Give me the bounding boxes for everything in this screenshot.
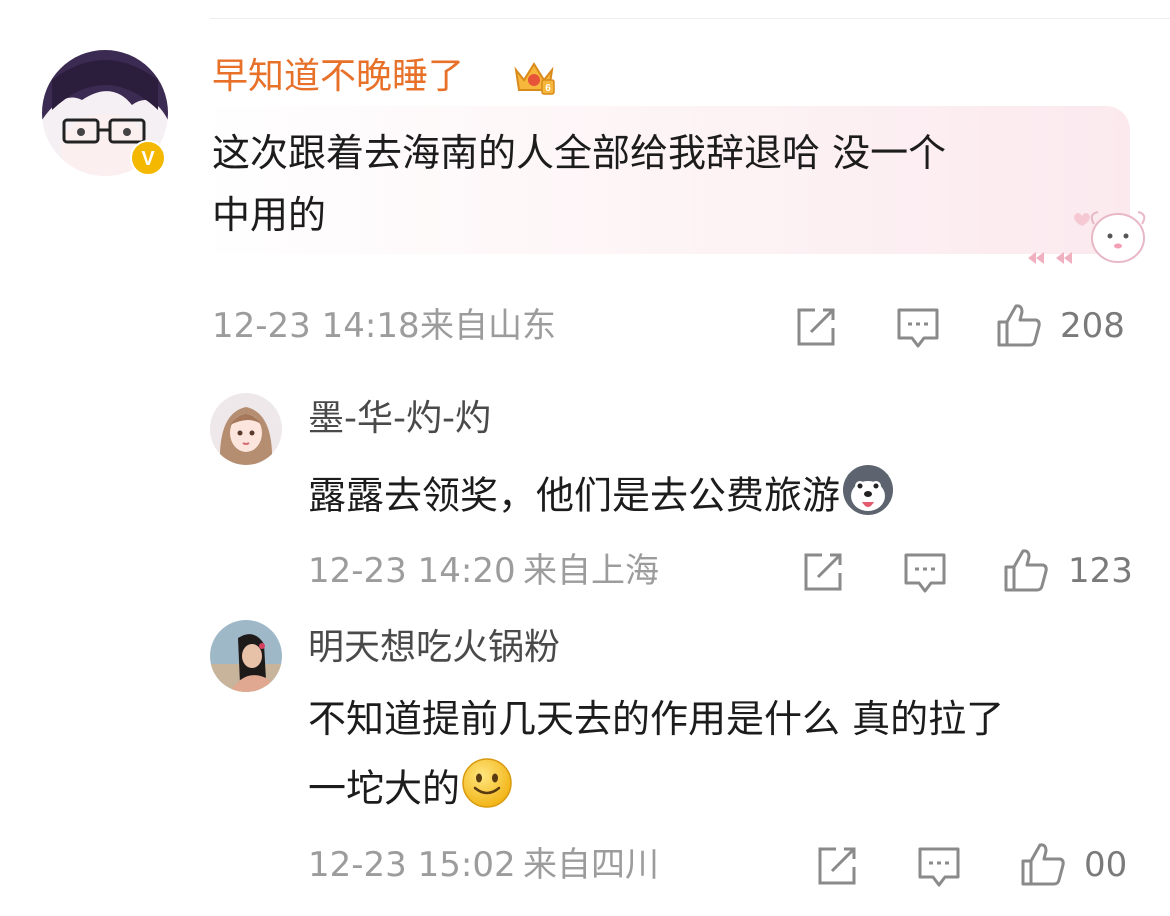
reply-2-time: 12-23 15:02 [308,845,516,885]
like-icon[interactable] [1003,547,1049,593]
reply-1-text-content: 露露去领奖，他们是去公费旅游 [308,473,841,518]
share-icon[interactable] [802,551,844,593]
svg-text:6: 6 [545,83,551,94]
reply-1-time: 12-23 14:20 [308,551,516,591]
bubble-decoration-icon [1028,206,1148,276]
reply-2-username[interactable]: 明天想吃火锅粉 [308,625,560,671]
comment-icon[interactable] [903,551,947,595]
reply-1-username[interactable]: 墨-华-灼-灼 [308,396,491,442]
svg-text:V: V [141,148,155,170]
comment-location: 来自山东 [420,306,556,346]
reply-1-text: 露露去领奖，他们是去公费旅游 [308,462,896,534]
comment-icon[interactable] [917,845,961,889]
reply-2-like-count: 00 [1084,845,1128,885]
reply-2-text-line-2-content: 一坨大的 [308,766,461,811]
reply-2-location: 来自四川 [523,845,659,885]
reply-2-text-line-1: 不知道提前几天去的作用是什么 真的拉了 [308,697,1005,741]
reply-1-like-count: 123 [1068,551,1133,591]
verified-v-icon: V [130,140,166,176]
avatar-reply-1[interactable] [210,393,282,465]
comment-text-line-1: 这次跟着去海南的人全部给我辞退哈 没一个 [212,131,947,175]
smile-emoji-icon [460,756,514,826]
share-icon[interactable] [795,306,837,348]
like-count: 208 [1060,306,1125,346]
comment-text-line-2: 中用的 [212,193,327,237]
husky-emoji-icon [840,462,896,534]
share-icon[interactable] [816,845,858,887]
comment-icon[interactable] [896,306,940,350]
comment-time: 12-23 14:18 [212,306,420,346]
reply-1-location: 来自上海 [523,551,659,591]
like-icon[interactable] [996,302,1042,348]
avatar-reply-2[interactable] [210,620,282,692]
top-divider [210,18,1170,19]
reply-2-text-line-2: 一坨大的 [308,756,514,826]
comment-username[interactable]: 早知道不晚睡了 [212,54,464,100]
crown-badge-icon: 6 [512,56,556,96]
like-icon[interactable] [1020,841,1066,887]
